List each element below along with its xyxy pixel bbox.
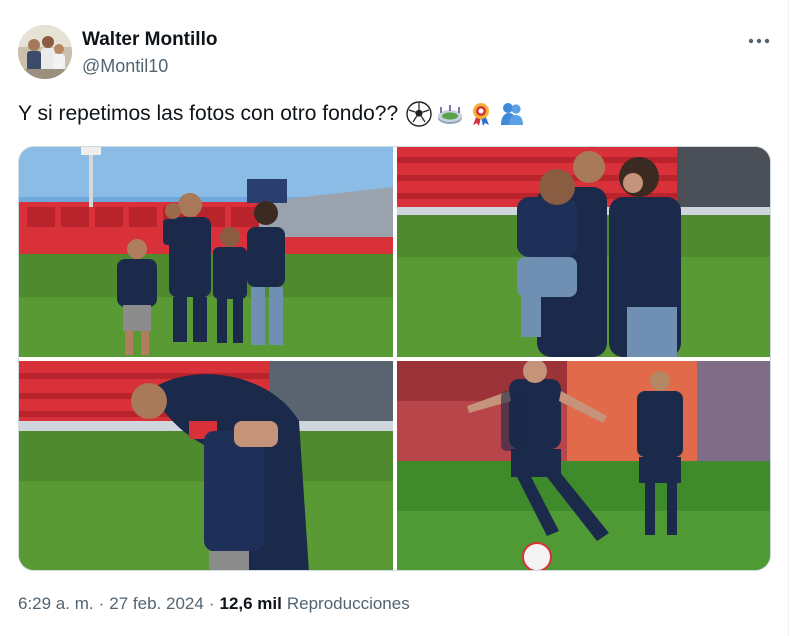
photo-1[interactable] <box>19 147 393 357</box>
views-label: Reproducciones <box>286 594 410 613</box>
tweet-meta: 6:29 a. m. · 27 feb. 2024 · 12,6 mil Rep… <box>18 592 410 616</box>
child-hug-photo-icon <box>397 147 770 357</box>
rosette-emoji-icon <box>468 101 494 127</box>
tweet-text: Y si repetimos las fotos con otro fondo?… <box>18 100 525 128</box>
family-on-pitch-photo-icon <box>19 147 393 357</box>
photo-4[interactable] <box>397 361 770 570</box>
tweet-card: Walter Montillo @Montil10 Y si repetimos… <box>0 0 790 636</box>
media-grid <box>18 146 771 571</box>
match-action-photo-icon <box>397 361 770 570</box>
avatar[interactable] <box>18 25 72 79</box>
people-hugging-emoji-icon <box>499 101 525 127</box>
profile-photo-icon <box>18 25 72 79</box>
stadium-emoji-icon <box>437 101 463 127</box>
meta-separator-2: · <box>208 594 215 613</box>
embrace-photo-icon <box>19 361 393 570</box>
more-options-button[interactable] <box>742 26 776 56</box>
photo-2[interactable] <box>397 147 770 357</box>
views-count: 12,6 mil <box>219 594 282 613</box>
card-divider <box>788 0 789 636</box>
author-handle[interactable]: @Montil10 <box>82 54 168 78</box>
meta-separator: · <box>98 594 105 613</box>
more-dots-icon <box>748 38 770 44</box>
author-name[interactable]: Walter Montillo <box>82 28 217 52</box>
soccer-ball-emoji-icon <box>406 101 432 127</box>
photo-3[interactable] <box>19 361 393 570</box>
tweet-body: Y si repetimos las fotos con otro fondo?… <box>18 102 399 125</box>
tweet-time[interactable]: 6:29 a. m. <box>18 592 94 616</box>
tweet-date[interactable]: 27 feb. 2024 <box>109 592 204 616</box>
